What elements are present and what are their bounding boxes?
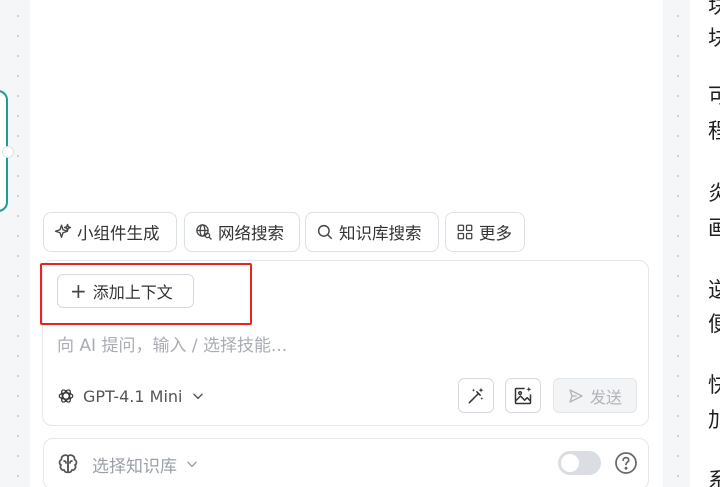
search-icon bbox=[317, 224, 333, 240]
model-label: GPT-4.1 Mini bbox=[83, 386, 183, 406]
grid-icon bbox=[457, 224, 473, 240]
model-selector[interactable]: GPT-4.1 Mini bbox=[57, 383, 205, 409]
magic-wand-button[interactable] bbox=[458, 378, 494, 413]
right-panel-text: 画 bbox=[708, 216, 720, 240]
image-generate-button[interactable] bbox=[505, 378, 541, 413]
right-panel-text: 加 bbox=[708, 408, 720, 432]
prompt-input[interactable] bbox=[57, 331, 617, 361]
right-panel-text: 逆 bbox=[708, 278, 720, 302]
chip-label: 更多 bbox=[479, 224, 512, 243]
node-connector-handle[interactable] bbox=[2, 146, 14, 158]
chip-label: 网络搜索 bbox=[218, 224, 284, 243]
composer-card: + 添加上下文 GPT-4.1 Mini bbox=[42, 260, 649, 426]
magic-wand-icon bbox=[468, 387, 484, 403]
right-panel-text: 块 bbox=[708, 0, 720, 18]
web-search-chip[interactable]: 网络搜索 bbox=[184, 212, 300, 252]
image-sparkle-icon bbox=[514, 386, 532, 404]
chip-label: 小组件生成 bbox=[77, 224, 160, 243]
right-panel-text: 块 bbox=[708, 26, 720, 50]
right-panel-text: 炎 bbox=[708, 181, 720, 205]
right-panel-text: 便 bbox=[708, 312, 720, 336]
brain-icon bbox=[58, 454, 78, 474]
knowledge-base-label: 选择知识库 bbox=[92, 456, 177, 477]
right-panel-text: 可 bbox=[708, 84, 720, 108]
right-panel-text: 快 bbox=[708, 373, 720, 397]
right-panel-text: 程 bbox=[708, 119, 720, 143]
globe-search-icon bbox=[196, 224, 212, 240]
send-button[interactable]: 发送 bbox=[553, 378, 637, 413]
widget-generate-chip[interactable]: 小组件生成 bbox=[43, 212, 177, 252]
toggle-knob bbox=[561, 454, 579, 472]
more-chip[interactable]: 更多 bbox=[445, 212, 525, 252]
send-label: 发送 bbox=[589, 387, 622, 407]
knowledge-search-chip[interactable]: 知识库搜索 bbox=[305, 212, 439, 252]
plus-icon: + bbox=[70, 279, 87, 303]
openai-logo-icon bbox=[58, 389, 74, 403]
right-text-panel: 块 块 可 程 炎 画 逆 便 快 加 系 bbox=[690, 0, 720, 487]
right-panel-text: 系 bbox=[708, 468, 720, 487]
chevron-down-icon bbox=[192, 393, 203, 400]
add-context-label: 添加上下文 bbox=[92, 283, 173, 302]
sparkle-icon bbox=[54, 223, 72, 238]
help-icon[interactable] bbox=[614, 451, 638, 475]
chevron-down-icon bbox=[187, 461, 197, 468]
send-icon bbox=[569, 388, 583, 403]
knowledge-base-selector[interactable]: 选择知识库 bbox=[56, 452, 199, 477]
knowledge-base-bar: 选择知识库 bbox=[43, 438, 649, 487]
add-context-button[interactable]: + 添加上下文 bbox=[57, 274, 194, 308]
knowledge-base-toggle[interactable] bbox=[558, 451, 601, 475]
chip-label: 知识库搜索 bbox=[339, 224, 422, 243]
